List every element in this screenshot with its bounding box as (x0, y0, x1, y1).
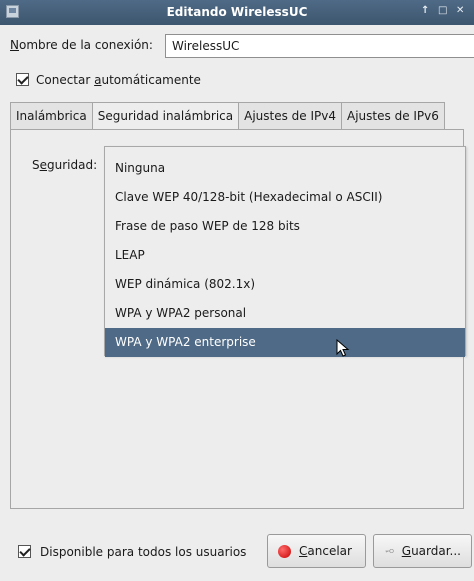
tab-ipv4[interactable]: Ajustes de IPv4 (238, 102, 343, 130)
key-icon (385, 548, 394, 554)
all-users-checkbox[interactable] (18, 545, 31, 558)
security-label: Seguridad: (32, 158, 97, 172)
close-icon[interactable]: ✕ (456, 5, 464, 16)
save-button[interactable]: Guardar... (373, 534, 472, 568)
security-dropdown-list[interactable]: Ninguna Clave WEP 40/128-bit (Hexadecima… (104, 146, 466, 357)
security-mnemonic: e (39, 158, 48, 172)
connection-name-mnemonic: N (10, 38, 19, 52)
connection-name-input[interactable] (165, 34, 474, 58)
tab-wireless[interactable]: Inalámbrica (10, 102, 93, 130)
save-label-rest: uardar... (411, 544, 461, 558)
cancel-icon (278, 544, 291, 558)
save-button-label: Guardar... (402, 544, 461, 558)
auto-connect-label[interactable]: Conectar automáticamente (36, 73, 201, 87)
security-option-leap[interactable]: LEAP (105, 241, 465, 270)
restore-icon[interactable]: □ (438, 5, 447, 16)
mouse-pointer-icon (336, 339, 350, 357)
title-bar: Editando WirelessUC ↑ □ ✕ (0, 0, 474, 25)
cancel-button[interactable]: Cancelar (267, 534, 366, 568)
connection-name-label: Nombre de la conexión: (10, 38, 153, 52)
tab-wireless-security[interactable]: Seguridad inalámbrica (91, 102, 240, 130)
security-label-pre: S (32, 158, 40, 172)
security-option-none[interactable]: Ninguna (105, 154, 465, 183)
cancel-label-rest: ancelar (307, 544, 352, 558)
window-title: Editando WirelessUC (166, 5, 308, 19)
tab-bar: Inalámbrica Seguridad inalámbrica Ajuste… (10, 102, 445, 130)
tab-ipv6[interactable]: Ajustes de IPv6 (341, 102, 445, 130)
save-mnemonic: G (401, 544, 412, 558)
security-label-post: guridad: (47, 158, 98, 172)
cancel-button-label: Cancelar (299, 544, 352, 558)
security-option-wep-passphrase[interactable]: Frase de paso WEP de 128 bits (105, 212, 465, 241)
auto-connect-checkbox[interactable] (16, 73, 29, 86)
auto-connect-label-post: utomáticamente (101, 73, 201, 87)
security-option-wpa-enterprise[interactable]: WPA y WPA2 enterprise (105, 328, 465, 357)
all-users-label[interactable]: Disponible para todos los usuarios (40, 545, 246, 559)
auto-connect-label-pre: Conectar (36, 73, 95, 87)
security-option-dynamic-wep[interactable]: WEP dinámica (802.1x) (105, 270, 465, 299)
connection-name-label-text: ombre de la conexión: (18, 38, 153, 52)
security-option-wpa-personal[interactable]: WPA y WPA2 personal (105, 299, 465, 328)
security-option-wep-key[interactable]: Clave WEP 40/128-bit (Hexadecimal o ASCI… (105, 183, 465, 212)
maximize-arrow-icon[interactable]: ↑ (421, 5, 429, 16)
